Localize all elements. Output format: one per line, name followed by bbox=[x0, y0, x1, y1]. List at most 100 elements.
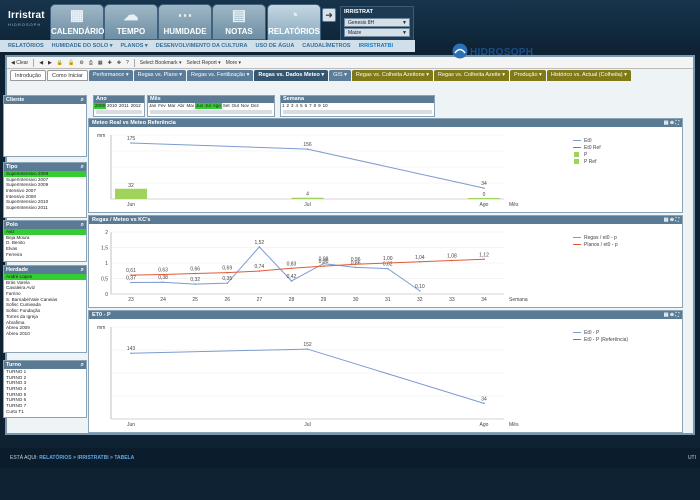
filter-value[interactable]: Fev bbox=[157, 103, 167, 109]
ano-filter-header: Ano bbox=[94, 96, 144, 103]
filter-value[interactable]: 10 bbox=[322, 103, 329, 109]
filter-value[interactable]: Jan bbox=[148, 103, 157, 109]
sheet-tab[interactable]: Regas vs. Colheita Azeitone ▾ bbox=[351, 70, 433, 81]
help-icon[interactable]: ? bbox=[126, 60, 129, 66]
ano-scrollbar[interactable] bbox=[96, 110, 142, 114]
list-item[interactable]: Curto T1 bbox=[4, 409, 86, 415]
filter-value[interactable]: Jun bbox=[194, 103, 205, 109]
add-icon[interactable]: ✚ bbox=[108, 60, 112, 66]
list-item[interactable]: Ferreira bbox=[4, 252, 86, 258]
clear-button[interactable]: ◀ Clear bbox=[11, 60, 28, 66]
print-icon[interactable]: ⎙ bbox=[89, 60, 93, 66]
sheet-tab[interactable]: Performance ▾ bbox=[88, 70, 133, 81]
sheet-tab[interactable]: GIS ▾ bbox=[329, 70, 351, 81]
filter-value[interactable]: Abr bbox=[177, 103, 186, 109]
sheet-tab[interactable]: Como Iniciar bbox=[47, 70, 88, 81]
turno-listbox: TurnoTURNO 1TURNO 2TURNO 3TURNO 4TURNO 5… bbox=[3, 360, 87, 418]
semana-scrollbar[interactable] bbox=[283, 110, 432, 114]
breadcrumb-irristratbi[interactable]: IRRISTRATBI bbox=[77, 455, 108, 461]
farm-select[interactable]: Genesis 8H bbox=[344, 18, 410, 27]
subnav-item[interactable]: PLANOS ▾ bbox=[120, 43, 147, 49]
nav-tab-4[interactable]: ◔ RELATÓRIOS bbox=[267, 4, 321, 44]
bookmark-dropdown[interactable]: Select Bookmark ▾ bbox=[140, 60, 182, 66]
x-tick-label: Jun bbox=[127, 202, 135, 208]
logout-arrow-button[interactable]: ➜ bbox=[322, 8, 336, 22]
nav-tab-3[interactable]: ▤ NOTAS bbox=[212, 4, 266, 40]
sheet-tab[interactable]: Histórico vs. Actual (Colheita) ▾ bbox=[546, 70, 631, 81]
chart-controls-icon[interactable]: ▤ ⊕ ⛶ bbox=[664, 216, 679, 224]
app-logo[interactable]: Irristrat HIDROSOPH bbox=[8, 10, 45, 27]
data-point bbox=[162, 273, 164, 276]
filter-value[interactable]: Out bbox=[231, 103, 240, 109]
sheet-tab[interactable]: Regas vs. Colheita Azeite ▾ bbox=[434, 70, 509, 81]
data-point bbox=[386, 262, 389, 264]
sheet-tab[interactable]: Produção ▾ bbox=[509, 70, 546, 81]
filter-value[interactable]: 2009 bbox=[94, 103, 107, 109]
mes-scrollbar[interactable] bbox=[150, 110, 272, 114]
sheet-tab[interactable]: Regas vs. Plano ▾ bbox=[133, 70, 186, 81]
nav-tab-0[interactable]: ▦ CALENDÁRIO bbox=[50, 4, 104, 40]
breadcrumb-reports[interactable]: RELATÓRIOS bbox=[39, 455, 71, 461]
chart-controls-icon[interactable]: ▤ ⊕ ⛶ bbox=[664, 119, 679, 127]
filter-value[interactable]: 2012 bbox=[130, 103, 142, 109]
nav-tab-label: HUMIDADE bbox=[163, 27, 207, 36]
data-point bbox=[322, 265, 325, 267]
y-tick-label: 0,5 bbox=[101, 277, 108, 283]
list-item[interactable]: Abreu 2010 bbox=[4, 331, 86, 337]
list-item[interactable]: SuperIntensivo 2011 bbox=[4, 205, 86, 211]
reports-icon: ◔ bbox=[289, 7, 299, 24]
filter-value[interactable]: Ago bbox=[211, 103, 222, 109]
more-dropdown[interactable]: More ▾ bbox=[226, 60, 241, 66]
nav-tab-label: TEMPO bbox=[116, 27, 146, 36]
semana-filter-header: Semana bbox=[281, 96, 434, 103]
sheet-tab[interactable]: Introdução bbox=[10, 70, 46, 81]
tipo-listbox: TipoSuperIntensivo 2009SuperIntensivo 20… bbox=[3, 162, 87, 218]
subnav-item[interactable]: DESENVOLVIMENTO DA CULTURA bbox=[156, 43, 248, 49]
data-point bbox=[290, 267, 293, 270]
legend-item: Et0 - P (Referência) bbox=[584, 337, 628, 343]
data-label: 0,37 bbox=[126, 276, 136, 282]
move-icon[interactable]: ✥ bbox=[117, 60, 121, 66]
sheet-tab[interactable]: Regas vs. Dados Meteo ▾ bbox=[254, 70, 329, 81]
subnav-item[interactable]: HUMIDADE DO SOLO ▾ bbox=[52, 43, 113, 49]
sheet-tab[interactable]: Regas vs. Fertilização ▾ bbox=[187, 70, 254, 81]
nav-tab-1[interactable]: ☁ TEMPO bbox=[104, 4, 158, 40]
filter-value[interactable]: Nov bbox=[240, 103, 250, 109]
filter-value[interactable]: Jul bbox=[204, 103, 212, 109]
filter-value[interactable]: Mai bbox=[186, 103, 195, 109]
regas-chart-panel: Regas / Meteo vs KC's ▤ ⊕ ⛶ 0 0,5 1 1,5 2 23 24 2… bbox=[88, 215, 683, 308]
data-label: 0,66 bbox=[190, 267, 200, 273]
breadcrumb-table[interactable]: TABELA bbox=[114, 455, 134, 461]
chart-controls-icon[interactable]: ▤ ⊕ ⛶ bbox=[664, 311, 679, 319]
cliente-header: Cliente bbox=[4, 96, 86, 104]
subnav-item[interactable]: RELATÓRIOS bbox=[8, 43, 44, 49]
filter-value[interactable]: 2010 bbox=[106, 103, 118, 109]
footer-prefix: ESTÁ AQUI: bbox=[10, 455, 38, 461]
crop-select[interactable]: Maize bbox=[344, 28, 410, 37]
lock-icon[interactable]: 🔒 bbox=[57, 60, 63, 66]
bar-mark bbox=[115, 188, 147, 199]
subnav-item[interactable]: IRRISTRATBI bbox=[359, 43, 393, 49]
subnav-item[interactable]: USO DE ÁGUA bbox=[255, 43, 294, 49]
unlock-icon[interactable]: 🔓 bbox=[68, 60, 74, 66]
grid-icon[interactable]: ▦ bbox=[98, 60, 103, 66]
nav-tab-label: RELATÓRIOS bbox=[268, 27, 320, 36]
data-label: 1,12 bbox=[479, 252, 489, 258]
report-dropdown[interactable]: Select Report ▾ bbox=[187, 60, 221, 66]
cliente-listbox: Cliente bbox=[3, 95, 87, 157]
series-line bbox=[130, 348, 485, 404]
legend-swatch bbox=[574, 152, 579, 157]
subnav-item[interactable]: CAUDALÍMETROS bbox=[302, 43, 350, 49]
toolbar: ◀ Clear ◀ ▶ 🔒 🔓 ⚙ ⎙ ▦ ✚ ✥ ? Select Bookm… bbox=[7, 57, 693, 69]
filter-value[interactable]: Set bbox=[222, 103, 231, 109]
polo-header: Polo bbox=[4, 221, 86, 229]
filter-value[interactable]: Mar bbox=[167, 103, 177, 109]
filter-value[interactable]: Dez bbox=[250, 103, 260, 109]
back-icon[interactable]: ◀ bbox=[39, 60, 43, 66]
legend-item: Regas / et0 - p bbox=[584, 235, 617, 241]
settings-icon[interactable]: ⚙ bbox=[79, 60, 83, 66]
nav-tab-2[interactable]: ⋯ HUMIDADE bbox=[158, 4, 212, 40]
forward-icon[interactable]: ▶ bbox=[48, 60, 52, 66]
filter-value[interactable]: 2011 bbox=[118, 103, 130, 109]
ano-filter: Ano 2009 2010 2011 2012 bbox=[93, 95, 145, 117]
